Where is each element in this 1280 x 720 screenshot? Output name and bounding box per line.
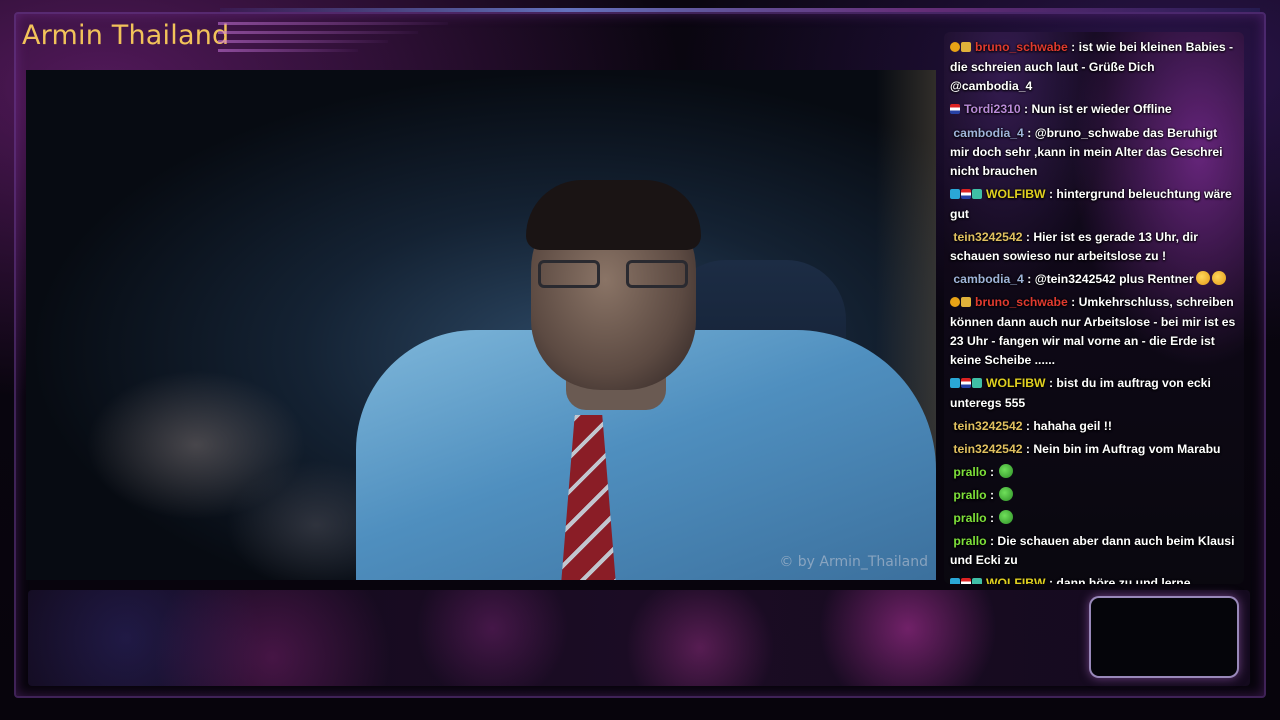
user-badges [950, 39, 972, 58]
channel-title: Armin Thailand [22, 20, 230, 51]
chat-separator: : [1023, 126, 1035, 140]
chat-text: Nein bin im Auftrag vom Marabu [1033, 442, 1221, 456]
smile-emote-icon [1195, 271, 1210, 285]
chat-username[interactable]: prallo [953, 465, 986, 479]
chat-message: tein3242542 : Hier ist es gerade 13 Uhr,… [950, 228, 1238, 266]
frog-emote-icon [999, 510, 1014, 524]
flag-badge-icon [961, 578, 971, 584]
chat-separator: : [1022, 419, 1034, 433]
user-badges [950, 294, 972, 313]
chat-username[interactable]: tein3242542 [953, 442, 1022, 456]
chat-username[interactable]: WOLFIBW [986, 376, 1046, 390]
chat-separator: : [1045, 576, 1057, 584]
chat-separator: : [986, 511, 998, 525]
sub-badge-icon [950, 378, 960, 388]
bottom-bokeh-bar [28, 590, 1250, 686]
chat-message: tein3242542 : hahaha geil !! [950, 417, 1238, 436]
chat-message: WOLFIBW : bist du im auftrag von ecki un… [950, 374, 1238, 413]
chat-separator: : [1045, 187, 1057, 201]
chat-message: prallo : Die schauen aber dann auch beim… [950, 532, 1238, 570]
glasses-shape [538, 260, 688, 290]
gift-badge-icon [972, 378, 982, 388]
chat-separator: : [1023, 272, 1035, 286]
chat-separator: : [986, 465, 998, 479]
video-feed: © by Armin_Thailand [26, 70, 936, 580]
chat-message: bruno_schwabe : ist wie bei kleinen Babi… [950, 38, 1238, 96]
flag-badge-icon [961, 378, 971, 388]
chat-message: cambodia_4 : @bruno_schwabe das Beruhigt… [950, 124, 1238, 181]
chat-message: tein3242542 : Nein bin im Auftrag vom Ma… [950, 440, 1238, 459]
chat-panel: bruno_schwabe : ist wie bei kleinen Babi… [944, 32, 1244, 584]
sub-badge-icon [950, 578, 960, 584]
chat-message: WOLFIBW : hintergrund beleuchtung wäre g… [950, 185, 1238, 224]
chat-message: bruno_schwabe : Umkehrschluss, schreiben… [950, 293, 1238, 370]
chat-text: Nun ist er wieder Offline [1031, 102, 1172, 116]
user-badges [950, 186, 983, 205]
chat-text: @tein3242542 plus Rentner [1034, 272, 1194, 286]
warn-badge-icon [950, 297, 960, 307]
chat-separator: : [1045, 376, 1057, 390]
chat-username[interactable]: WOLFIBW [986, 187, 1046, 201]
chat-message: prallo : [950, 463, 1238, 482]
user-badges [950, 375, 983, 394]
title-decoration [218, 22, 458, 62]
chat-separator: : [986, 488, 998, 502]
frog-emote-icon [999, 464, 1014, 478]
video-watermark: © by Armin_Thailand [779, 554, 928, 570]
chat-message: prallo : [950, 486, 1238, 505]
chat-separator: : [1022, 230, 1034, 244]
chat-separator: : [1020, 102, 1032, 116]
chat-username[interactable]: bruno_schwabe [975, 295, 1068, 309]
person-hair [526, 180, 701, 250]
chat-username[interactable]: bruno_schwabe [975, 40, 1068, 54]
chat-username[interactable]: Tordi2310 [964, 102, 1021, 116]
user-badges [950, 575, 983, 584]
sub-badge-icon [950, 189, 960, 199]
chat-text: hahaha geil !! [1033, 419, 1112, 433]
smile-emote-icon [1211, 271, 1226, 285]
chat-separator: : [1022, 442, 1034, 456]
chat-text: dann höre zu und lerne [1056, 576, 1191, 584]
chat-separator: : [986, 534, 998, 548]
gift-badge-icon [972, 189, 982, 199]
chat-username[interactable]: prallo [953, 488, 986, 502]
webcam-frame [1089, 596, 1239, 678]
chat-message: WOLFIBW : dann höre zu und lerne [950, 574, 1238, 584]
chat-separator: : [1067, 295, 1079, 309]
chat-message: Tordi2310 : Nun ist er wieder Offline [950, 100, 1238, 120]
warn-badge-icon [950, 42, 960, 52]
chat-message: cambodia_4 : @tein3242542 plus Rentner [950, 270, 1238, 289]
chat-message: prallo : [950, 509, 1238, 528]
user-badges [950, 101, 961, 120]
gift-badge-icon [972, 578, 982, 584]
chat-username[interactable]: WOLFIBW [986, 576, 1046, 584]
chat-username[interactable]: cambodia_4 [953, 126, 1023, 140]
flag-badge-icon [950, 104, 960, 114]
crown-badge-icon [961, 42, 971, 52]
crown-badge-icon [961, 297, 971, 307]
chat-username[interactable]: prallo [953, 534, 986, 548]
chat-separator: : [1067, 40, 1079, 54]
chat-username[interactable]: tein3242542 [953, 419, 1022, 433]
frog-emote-icon [999, 487, 1014, 501]
flag-badge-icon [961, 189, 971, 199]
chat-username[interactable]: tein3242542 [953, 230, 1022, 244]
chat-username[interactable]: cambodia_4 [953, 272, 1023, 286]
chat-username[interactable]: prallo [953, 511, 986, 525]
